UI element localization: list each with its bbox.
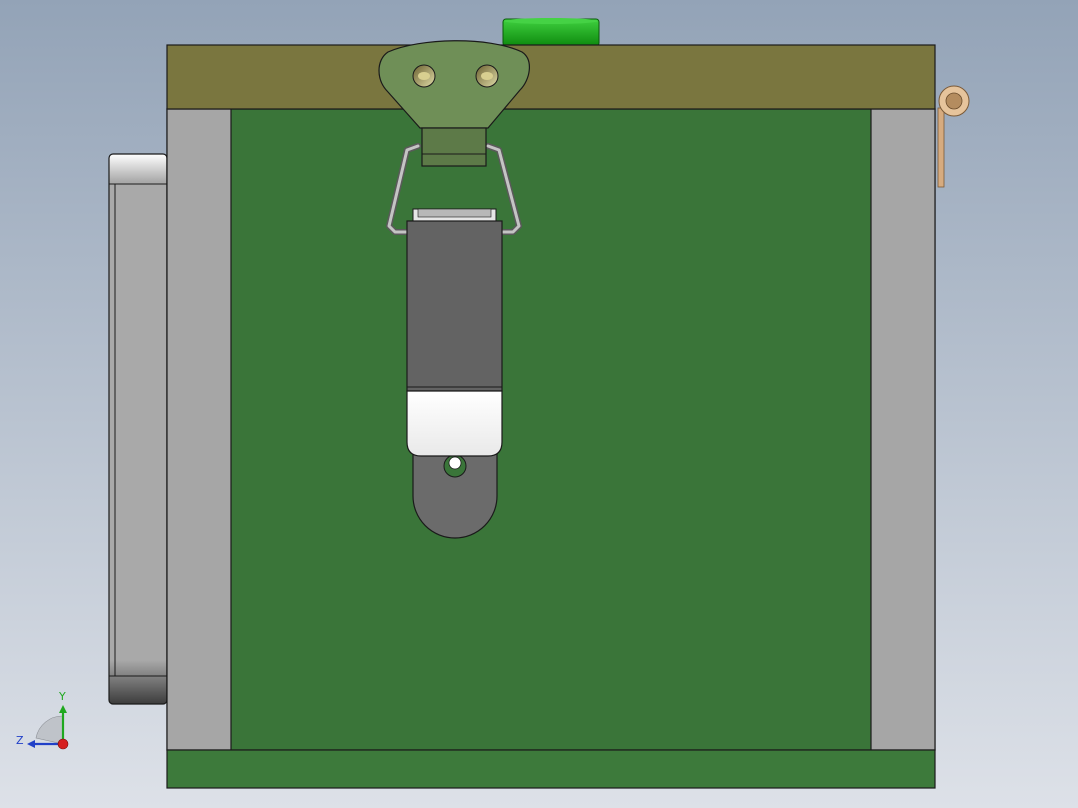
left-side-block[interactable] [108, 153, 168, 705]
latch-catch-plate[interactable] [412, 451, 498, 539]
left-side-rail[interactable] [166, 108, 232, 751]
bottom-green-rail[interactable] [166, 749, 936, 789]
triad-origin-x-icon [57, 738, 69, 750]
top-olive-rail[interactable] [166, 44, 936, 110]
top-knob[interactable] [502, 18, 600, 47]
main-green-panel[interactable] [166, 108, 936, 751]
rivet-left-icon [412, 64, 436, 88]
rivet-right-icon [475, 64, 499, 88]
triad-y-label: Y [58, 690, 66, 703]
triad-z-label: Z [16, 734, 24, 747]
cad-viewport[interactable]: Y Z [0, 0, 1078, 808]
latch-release-tab[interactable] [406, 390, 503, 457]
right-side-rail[interactable] [870, 108, 936, 751]
latch-body[interactable] [406, 208, 503, 392]
model-canvas[interactable]: Y Z [0, 0, 1078, 808]
